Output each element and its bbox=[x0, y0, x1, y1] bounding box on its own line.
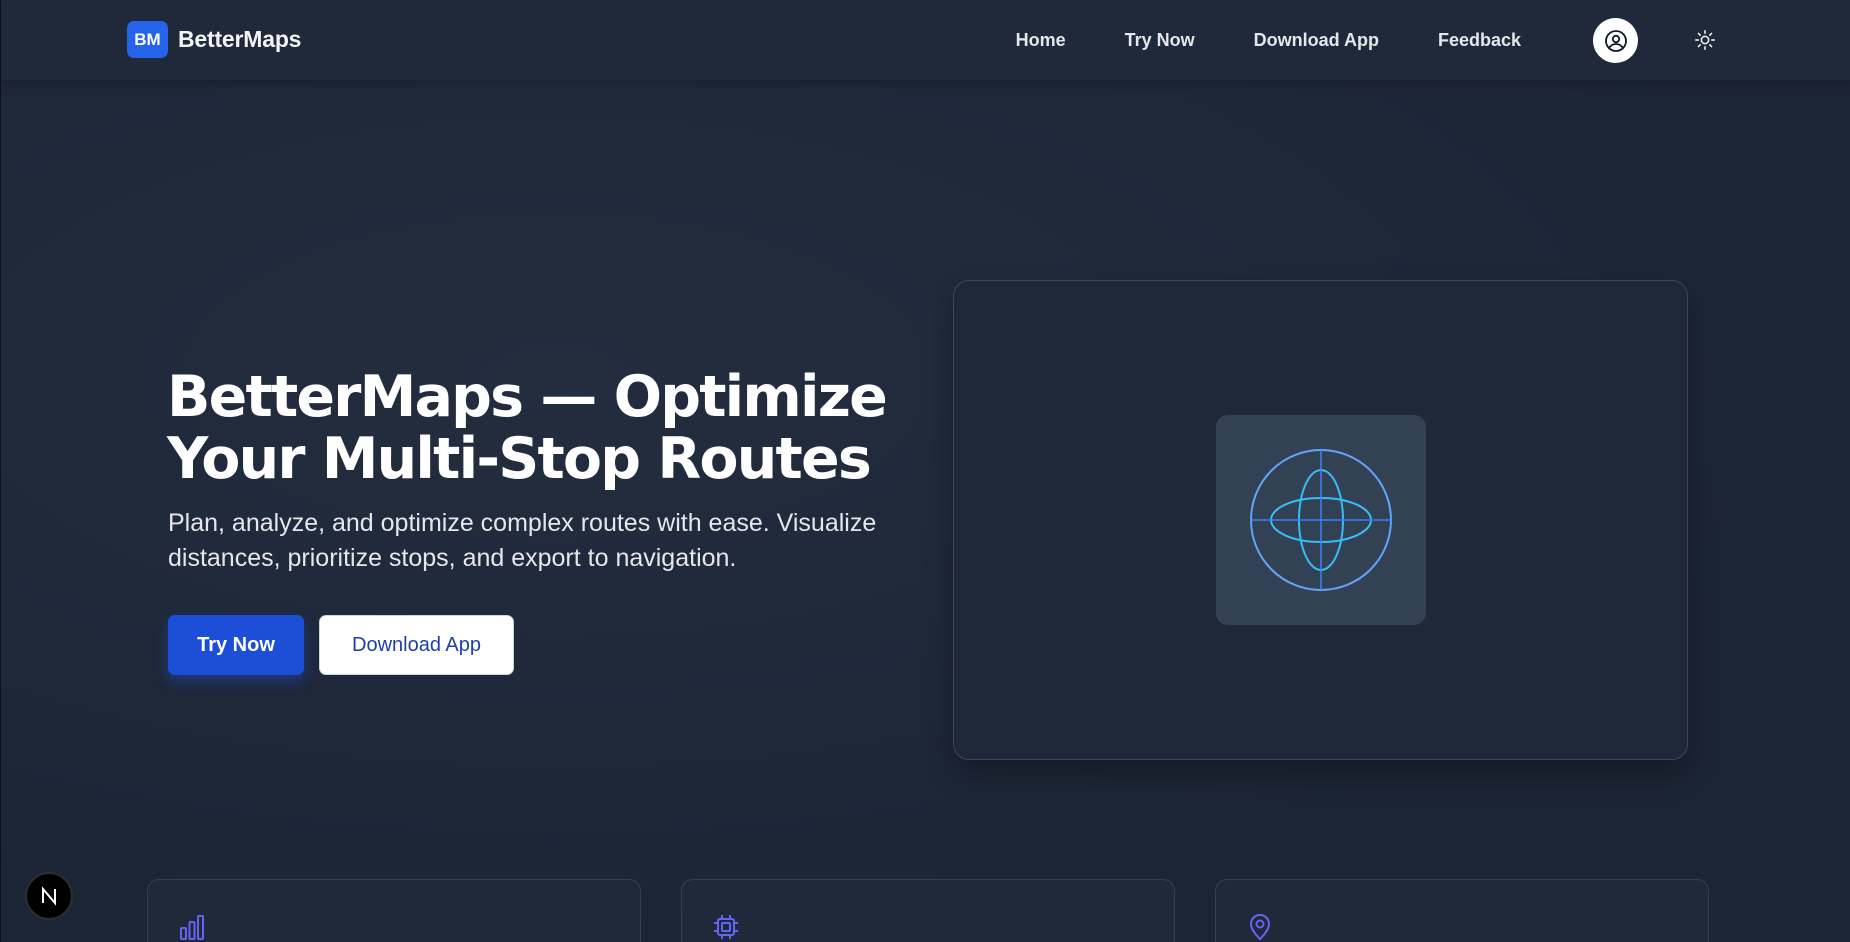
hero-title-line2: Your Multi-Stop Routes bbox=[167, 426, 872, 492]
logo[interactable]: BM BetterMaps bbox=[127, 21, 301, 58]
sun-icon bbox=[1695, 30, 1715, 50]
globe-tile bbox=[1216, 415, 1426, 625]
hero-subtitle: Plan, analyze, and optimize complex rout… bbox=[168, 506, 888, 576]
main-nav: Home Try Now Download App Feedback bbox=[1016, 0, 1521, 80]
nav-try-now[interactable]: Try Now bbox=[1125, 30, 1195, 51]
hero-subtitle-line2: distances, prioritize stops, and export … bbox=[168, 544, 737, 572]
top-navbar: BM BetterMaps Home Try Now Download App … bbox=[1, 0, 1850, 80]
hero-title-line1: BetterMaps — Optimize bbox=[167, 364, 888, 430]
feature-card-optimization bbox=[681, 879, 1175, 942]
user-circle-icon bbox=[1604, 29, 1627, 52]
feature-card-analytics bbox=[147, 879, 641, 942]
map-pin-icon bbox=[1249, 914, 1271, 941]
logo-badge: BM bbox=[127, 21, 168, 58]
cpu-chip-icon bbox=[714, 915, 738, 939]
feature-card-location bbox=[1215, 879, 1709, 942]
theme-toggle-button[interactable] bbox=[1691, 26, 1719, 54]
nav-download-app[interactable]: Download App bbox=[1254, 30, 1379, 51]
n-logo-icon bbox=[42, 886, 56, 906]
user-account-button[interactable] bbox=[1593, 18, 1638, 63]
page: BM BetterMaps Home Try Now Download App … bbox=[0, 0, 1850, 942]
dev-tools-badge[interactable] bbox=[25, 872, 73, 920]
bar-chart-icon bbox=[180, 915, 204, 940]
globe-icon bbox=[1250, 449, 1392, 591]
hero-illustration-card bbox=[953, 280, 1688, 760]
hero-subtitle-line1: Plan, analyze, and optimize complex rout… bbox=[168, 509, 877, 537]
nav-home[interactable]: Home bbox=[1016, 30, 1066, 51]
nav-feedback[interactable]: Feedback bbox=[1438, 30, 1521, 51]
app-name: BetterMaps bbox=[178, 26, 302, 52]
try-now-button[interactable]: Try Now bbox=[168, 615, 304, 675]
download-app-button[interactable]: Download App bbox=[319, 615, 514, 675]
hero-title: BetterMaps — Optimize Your Multi-Stop Ro… bbox=[167, 364, 888, 492]
